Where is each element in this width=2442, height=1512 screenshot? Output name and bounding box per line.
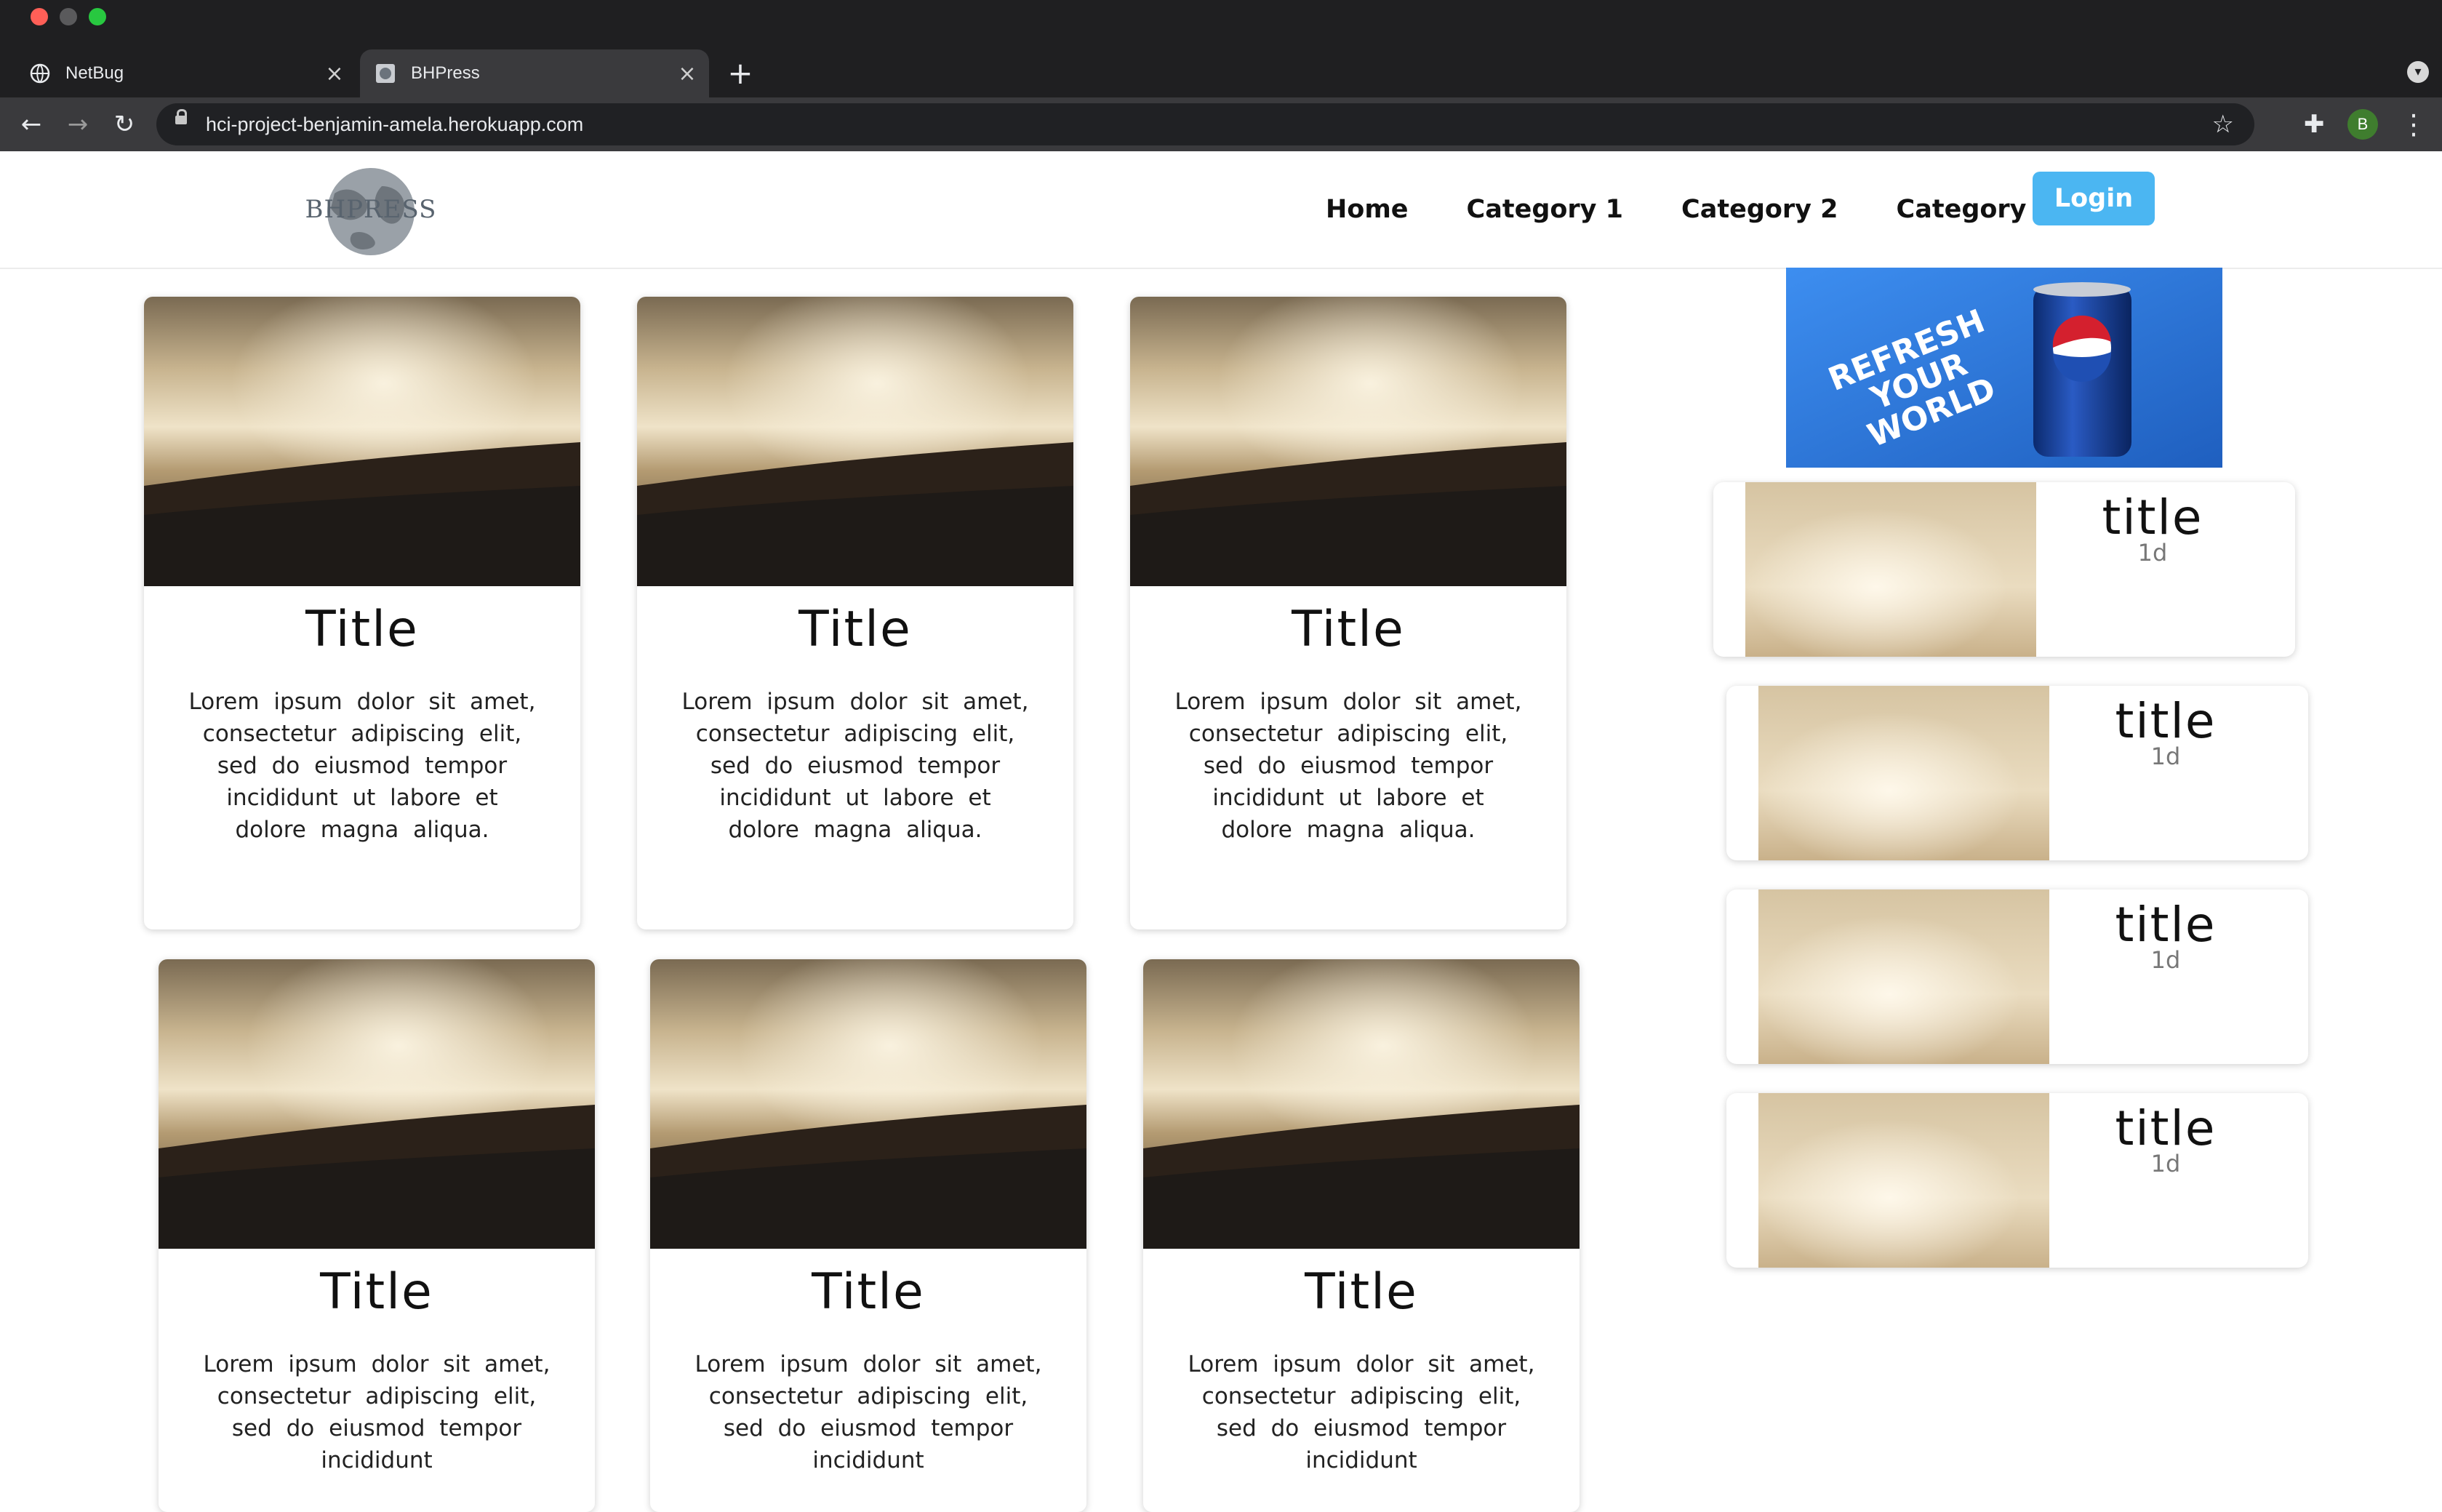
sidebar-item-age: 1d bbox=[2150, 1150, 2181, 1177]
sidebar-news-item[interactable]: title 1d bbox=[1726, 1093, 2308, 1268]
plus-icon[interactable]: + bbox=[724, 49, 757, 97]
puzzle-icon[interactable]: ✚ bbox=[2304, 108, 2325, 141]
card-image bbox=[637, 297, 1073, 586]
card-title: Title bbox=[798, 601, 912, 658]
card-body: Lorem ipsum dolor sit amet, consectetur … bbox=[694, 1351, 1042, 1473]
sidebar-item-age: 1d bbox=[2150, 743, 2181, 770]
card-body: Lorem ipsum dolor sit amet, consectetur … bbox=[1188, 1351, 1535, 1473]
card-title: Title bbox=[320, 1263, 433, 1321]
tab-label: BHPress bbox=[411, 63, 480, 83]
card-image bbox=[1130, 297, 1566, 586]
card-image bbox=[159, 959, 595, 1249]
kebab-menu-icon[interactable]: ⋮ bbox=[2400, 105, 2427, 144]
article-card[interactable]: Title Lorem ipsum dolor sit amet, consec… bbox=[1130, 297, 1566, 929]
lock-icon bbox=[175, 109, 187, 124]
tab-netbug[interactable]: NetBug × bbox=[15, 49, 356, 97]
article-card[interactable]: Title Lorem ipsum dolor sit amet, consec… bbox=[637, 297, 1073, 929]
nav-category-2[interactable]: Category 2 bbox=[1681, 195, 1838, 224]
sidebar-news-item[interactable]: title 1d bbox=[1726, 686, 2308, 860]
login-button[interactable]: Login bbox=[2033, 172, 2155, 225]
card-body: Lorem ipsum dolor sit amet, consectetur … bbox=[681, 689, 1029, 843]
reload-icon[interactable]: ↻ bbox=[106, 106, 143, 143]
article-card[interactable]: Title Lorem ipsum dolor sit amet, consec… bbox=[144, 297, 580, 929]
article-card[interactable]: Title Lorem ipsum dolor sit amet, consec… bbox=[159, 959, 595, 1512]
main-nav: Home Category 1 Category 2 Category 3 bbox=[1326, 151, 2053, 268]
nav-home[interactable]: Home bbox=[1326, 195, 1409, 224]
nav-category-3[interactable]: Category 3 bbox=[1897, 195, 2054, 224]
sidebar-item-title: title bbox=[2115, 693, 2217, 749]
close-icon[interactable]: × bbox=[673, 61, 702, 87]
sidebar-item-image bbox=[1758, 1093, 2049, 1268]
profile-avatar[interactable]: B bbox=[2347, 109, 2378, 140]
sidebar-item-image bbox=[1758, 889, 2049, 1064]
bhpress-favicon-icon bbox=[375, 63, 396, 84]
nav-category-1[interactable]: Category 1 bbox=[1467, 195, 1624, 224]
sidebar-news-item[interactable]: title 1d bbox=[1713, 482, 2295, 657]
address-bar[interactable]: hci-project-benjamin-amela.herokuapp.com… bbox=[156, 103, 2254, 145]
back-arrow-icon[interactable]: ← bbox=[13, 106, 49, 143]
sidebar-item-title: title bbox=[2115, 897, 2217, 953]
close-icon[interactable]: × bbox=[320, 61, 349, 87]
card-title: Title bbox=[812, 1263, 925, 1321]
card-title: Title bbox=[1305, 1263, 1418, 1321]
globe-icon bbox=[29, 63, 51, 84]
site-logo[interactable]: BHPRESS bbox=[302, 164, 440, 259]
card-body: Lorem ipsum dolor sit amet, consectetur … bbox=[203, 1351, 551, 1473]
tab-search-icon[interactable]: ▾ bbox=[2407, 61, 2429, 83]
sidebar-item-image bbox=[1758, 686, 2049, 860]
card-image bbox=[650, 959, 1086, 1249]
browser-toolbar: ← → ↻ hci-project-benjamin-amela.herokua… bbox=[0, 97, 2442, 151]
minimize-window-icon[interactable] bbox=[60, 8, 77, 25]
tab-strip: NetBug × BHPress × + ▾ bbox=[0, 36, 2442, 97]
forward-arrow-icon[interactable]: → bbox=[60, 106, 96, 143]
article-card[interactable]: Title Lorem ipsum dolor sit amet, consec… bbox=[650, 959, 1086, 1512]
card-title: Title bbox=[1292, 601, 1405, 658]
sidebar-item-image bbox=[1745, 482, 2036, 657]
tab-label: NetBug bbox=[65, 63, 124, 83]
card-image bbox=[144, 297, 580, 586]
maximize-window-icon[interactable] bbox=[89, 8, 106, 25]
logo-text: BHPRESS bbox=[305, 195, 437, 224]
sidebar-news-item[interactable]: title 1d bbox=[1726, 889, 2308, 1064]
card-image bbox=[1143, 959, 1580, 1249]
card-body: Lorem ipsum dolor sit amet, consectetur … bbox=[1174, 689, 1522, 843]
sidebar-item-age: 1d bbox=[2137, 539, 2168, 567]
sidebar-item-age: 1d bbox=[2150, 946, 2181, 974]
window-titlebar bbox=[0, 0, 2442, 36]
sidebar-item-title: title bbox=[2102, 489, 2203, 545]
url-text[interactable]: hci-project-benjamin-amela.herokuapp.com bbox=[206, 103, 583, 145]
sidebar-item-title: title bbox=[2115, 1100, 2217, 1156]
star-icon[interactable]: ☆ bbox=[2212, 103, 2234, 145]
site-header: BHPRESS Home Category 1 Category 2 Categ… bbox=[0, 151, 2442, 269]
pepsi-ad-banner[interactable]: REFRESH YOUR WORLD bbox=[1786, 268, 2222, 468]
card-body: Lorem ipsum dolor sit amet, consectetur … bbox=[188, 689, 536, 843]
article-card[interactable]: Title Lorem ipsum dolor sit amet, consec… bbox=[1143, 959, 1580, 1512]
card-title: Title bbox=[305, 601, 419, 658]
close-window-icon[interactable] bbox=[31, 8, 48, 25]
tab-bhpress[interactable]: BHPress × bbox=[360, 49, 709, 97]
